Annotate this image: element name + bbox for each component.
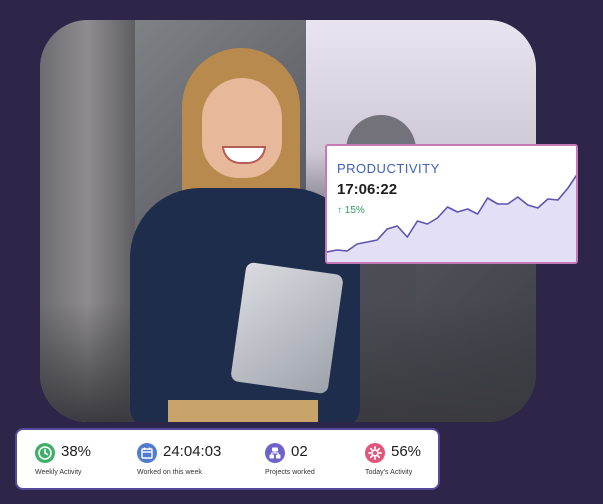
stat-label: Projects worked: [265, 469, 315, 476]
stat-label: Today's Activity: [365, 469, 413, 476]
productivity-card: PRODUCTIVITY 17:06:22 ↑ 15%: [325, 144, 578, 264]
stat-todays-activity: 56% Today's Activity: [365, 440, 461, 484]
stat-value: 38%: [61, 443, 92, 460]
stat-weekly-activity: 38% Weekly Activity: [35, 440, 131, 484]
stat-worked-this-week: 24:04:03 Worked on this week: [137, 440, 233, 484]
stat-value: 24:04:03: [163, 443, 222, 460]
pants: [168, 400, 318, 422]
calendar-icon: [137, 443, 157, 463]
productivity-time: 17:06:22: [337, 181, 398, 198]
stat-label: Worked on this week: [137, 469, 202, 476]
stat-label: Weekly Activity: [35, 469, 82, 476]
productivity-delta: ↑ 15%: [337, 205, 365, 216]
stat-projects-worked: 02 Projects worked: [265, 440, 361, 484]
tablet: [230, 261, 344, 395]
stat-value: 56%: [391, 443, 422, 460]
stat-value: 02: [291, 443, 308, 460]
clock-icon: [35, 443, 55, 463]
stats-bar: 38% Weekly Activity 24:04:03 Worked on t…: [17, 430, 438, 488]
gear-icon: [365, 443, 385, 463]
productivity-title: PRODUCTIVITY: [337, 161, 440, 176]
projects-icon: [265, 443, 285, 463]
